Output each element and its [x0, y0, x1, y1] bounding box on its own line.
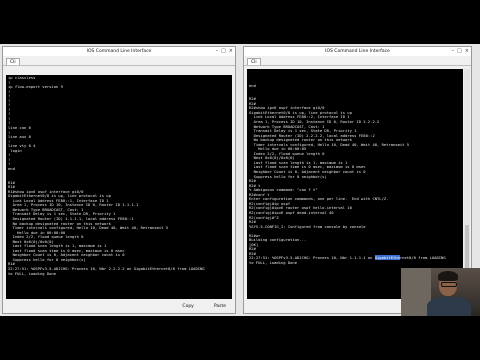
presenter-shirt: [427, 297, 471, 316]
close-icon[interactable]: ×: [465, 48, 469, 55]
window-controls: – □ ×: [216, 48, 233, 55]
terminal-output[interactable]: ip classless! ip flow-export version 9!!!…: [6, 75, 232, 299]
terminal-output[interactable]: end R2# R2# R2#show ipv6 ospf interface gi…: [247, 69, 463, 299]
paste-button[interactable]: Paste: [211, 303, 229, 310]
webcam-overlay: [401, 268, 480, 316]
terminal-line: to FULL, Loading Done: [8, 270, 57, 276]
window-titlebar[interactable]: IOS Command Line Interface – □ ×: [244, 47, 471, 56]
window-footer: Copy Paste: [3, 300, 235, 313]
terminal-line: to FULL, Loading Done: [249, 259, 298, 265]
tab-cli[interactable]: Cli: [6, 58, 20, 65]
minimize-icon[interactable]: –: [452, 48, 455, 55]
copy-button[interactable]: Copy: [179, 303, 196, 310]
presenter-hair: [438, 271, 458, 281]
tab-cli[interactable]: Cli: [247, 58, 261, 65]
window-titlebar[interactable]: IOS Command Line Interface – □ ×: [3, 47, 235, 56]
presenter-glasses: [441, 282, 457, 287]
cli-window-r1[interactable]: IOS Command Line Interface – □ × Cli ip …: [2, 46, 236, 314]
window-title: IOS Command Line Interface: [86, 49, 152, 54]
tab-bar: Cli: [3, 56, 235, 66]
minimize-icon[interactable]: –: [216, 48, 219, 55]
window-title: IOS Command Line Interface: [325, 49, 390, 54]
tab-bar: Cli: [244, 56, 471, 66]
maximize-icon[interactable]: □: [221, 48, 226, 55]
vertical-scrollbar[interactable]: [464, 69, 470, 299]
selected-text: GigabitEthe: [374, 255, 400, 261]
close-icon[interactable]: ×: [229, 48, 233, 55]
window-controls: – □ ×: [452, 48, 469, 55]
maximize-icon[interactable]: □: [457, 48, 462, 55]
